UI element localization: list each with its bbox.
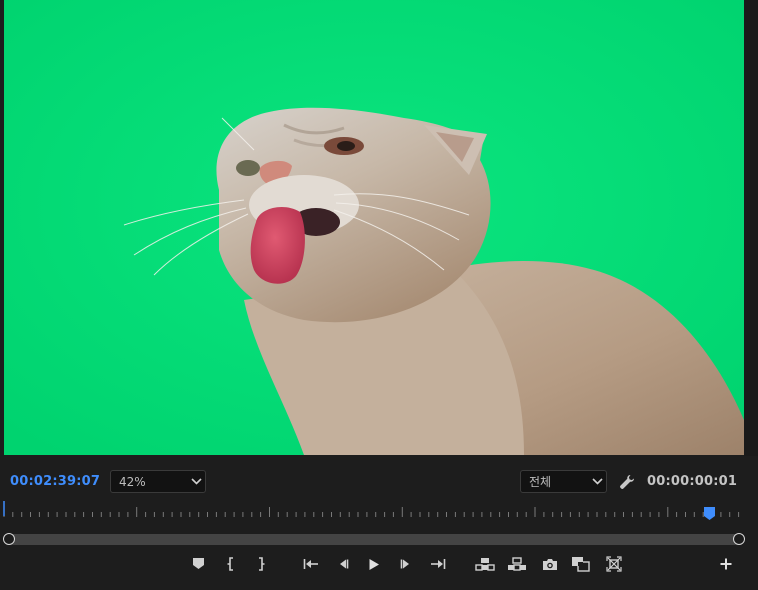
export-frame-button[interactable] xyxy=(540,555,560,573)
time-ruler[interactable] xyxy=(3,500,743,522)
camera-icon xyxy=(542,558,558,571)
playback-resolution-dropdown[interactable]: 전체 xyxy=(520,470,607,493)
chevron-down-icon xyxy=(588,472,606,492)
video-frame[interactable] xyxy=(4,0,744,455)
go-to-out-icon xyxy=(430,558,446,570)
step-back-button[interactable] xyxy=(333,555,353,573)
scrollbar-right-handle[interactable] xyxy=(733,533,745,545)
go-to-in-icon xyxy=(303,558,319,570)
comparison-view-icon xyxy=(571,556,591,572)
wrench-icon[interactable] xyxy=(618,473,636,491)
lift-icon xyxy=(475,557,495,571)
go-to-in-button[interactable] xyxy=(301,555,321,573)
duration-timecode: 00:00:00:01 xyxy=(647,474,738,489)
step-forward-icon xyxy=(400,558,412,570)
program-monitor xyxy=(0,0,758,456)
playback-resolution-value: 전체 xyxy=(529,475,552,489)
chevron-down-icon xyxy=(187,472,205,492)
zoom-level-value: 42% xyxy=(119,474,146,489)
proxy-icon xyxy=(606,556,622,572)
mark-in-icon xyxy=(227,557,237,571)
toggle-proxies-button[interactable] xyxy=(604,555,624,573)
add-marker-button[interactable] xyxy=(188,555,208,573)
extract-icon xyxy=(507,557,527,571)
plus-icon xyxy=(720,558,732,570)
zoom-scrollbar[interactable] xyxy=(8,534,740,545)
extract-button[interactable] xyxy=(507,555,527,573)
cat-video-image xyxy=(4,0,744,455)
zoom-level-dropdown[interactable]: 42% xyxy=(110,470,206,493)
step-back-icon xyxy=(337,558,349,570)
play-icon xyxy=(368,558,380,571)
go-to-out-button[interactable] xyxy=(428,555,448,573)
step-forward-button[interactable] xyxy=(396,555,416,573)
playhead-marker[interactable] xyxy=(704,505,715,520)
play-button[interactable] xyxy=(364,555,384,573)
scrollbar-left-handle[interactable] xyxy=(3,533,15,545)
playhead-timecode[interactable]: 00:02:39:07 xyxy=(10,474,100,489)
comparison-view-button[interactable] xyxy=(571,555,591,573)
lift-button[interactable] xyxy=(475,555,495,573)
mark-in-button[interactable] xyxy=(222,555,242,573)
mark-out-icon xyxy=(255,557,265,571)
mark-out-button[interactable] xyxy=(250,555,270,573)
button-editor-button[interactable] xyxy=(716,555,736,573)
marker-icon xyxy=(192,558,204,570)
viewer-edge xyxy=(744,0,758,456)
